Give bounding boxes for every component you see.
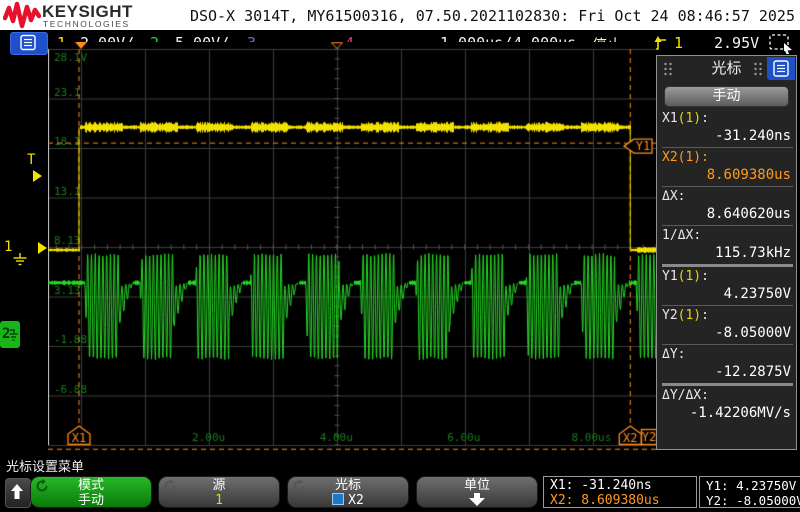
softkey-units[interactable]: 单位 [416, 476, 538, 508]
softkey-source-value: 1 [159, 493, 279, 508]
separator [662, 264, 793, 267]
cursor-select-icon [332, 493, 344, 505]
main-menu-button[interactable] [10, 32, 48, 55]
cursor-field-label: Y1 [662, 269, 678, 284]
y-cursor-readout: Y1: 4.23750V Y2: -8.05000V [699, 476, 800, 508]
cursor-field-ΔY: ΔY:-12.2875V [662, 347, 793, 381]
menu-title: 光标设置菜单 [6, 456, 84, 475]
cursor-readout-list: X1(1):-31.240nsX2(1):8.609380usΔX:8.6406… [662, 111, 793, 422]
cursor-field-value: 115.73kHz [662, 244, 793, 262]
cursor-field-value: 8.640620us [662, 205, 793, 223]
touch-select-icon[interactable] [768, 33, 794, 54]
drag-grip-icon[interactable] [753, 62, 763, 76]
cursor-field-label: ΔY [662, 347, 678, 362]
drag-grip-icon[interactable] [663, 62, 673, 76]
softkey-cursor-value: X2 [288, 493, 408, 508]
cursor-field-value: 4.23750V [662, 285, 793, 303]
cursor-panel: 光标 手动 X1(1):-31.240nsX2(1):8.609380usΔX:… [656, 55, 797, 450]
separator [662, 344, 793, 345]
ch1-ground-marker[interactable]: 1 [4, 240, 12, 254]
ch1-ground-arrow-icon [38, 242, 47, 254]
menu-back-button[interactable] [5, 478, 31, 508]
up-arrow-icon [6, 479, 28, 505]
ch2-ground-icon [9, 328, 18, 341]
trigger-source[interactable]: 1 [674, 34, 683, 52]
cursor-field-ΔX: ΔX:8.640620us [662, 189, 793, 223]
cursor-field-X1: X1(1):-31.240ns [662, 111, 793, 145]
cursor-field-value: -12.2875V [662, 363, 793, 381]
list-icon [11, 33, 45, 52]
cursor-field-Y1: Y1(1):4.23750V [662, 269, 793, 303]
cursor-field-label: : [678, 347, 686, 362]
separator [662, 186, 793, 187]
separator [662, 383, 793, 386]
separator [662, 147, 793, 148]
separator [662, 305, 793, 306]
y2-readout: Y2: -8.05000V [706, 493, 800, 508]
softkey-mode-value: 手动 [31, 493, 151, 508]
cursor-field-value: -8.05000V [662, 324, 793, 342]
cursor-field-ΔY/ΔX: ΔY/ΔX:-1.42206MV/s [662, 388, 793, 422]
ch2-ground-marker[interactable]: 2 [0, 321, 20, 348]
softkey-units-value [417, 493, 537, 510]
cursor-field-label: ΔY/ΔX [662, 388, 701, 403]
x-cursor-readout: X1: -31.240ns X2: 8.609380us [543, 476, 697, 508]
cursor-field-X2: X2(1):8.609380us [662, 150, 793, 184]
cursor-field-label: (1) [678, 308, 701, 323]
cursor-panel-menu-button[interactable] [767, 57, 795, 80]
cursor-field-value: -31.240ns [662, 127, 793, 145]
cursor-field-label: Y2 [662, 308, 678, 323]
softkey-mode-label: 模式 [31, 478, 151, 493]
softkey-source[interactable]: 源 1 [158, 476, 280, 508]
cursor-field-1/ΔX: 1/ΔX:115.73kHz [662, 228, 793, 262]
cursor-field-label: X1 [662, 111, 678, 126]
trigger-level-arrow-icon[interactable] [33, 170, 42, 182]
cursor-field-label: X2 [662, 150, 678, 165]
oscilloscope-screen: KEYSIGHT TECHNOLOGIES DSO-X 3014T, MY615… [0, 0, 800, 512]
waveform-display[interactable] [48, 42, 656, 454]
trigger-level[interactable]: 2.95V [714, 34, 759, 52]
softkey-source-label: 源 [159, 478, 279, 493]
cursor-field-label: (1) [678, 269, 701, 284]
cursor-field-value: 8.609380us [662, 166, 793, 184]
softkey-cursor-label: 光标 [288, 478, 408, 493]
cursor-field-label: (1) [678, 150, 701, 165]
cursor-field-label: : [701, 308, 709, 323]
separator [662, 225, 793, 226]
cursor-field-label: : [701, 150, 709, 165]
down-arrow-icon [465, 493, 489, 506]
header-bar: KEYSIGHT TECHNOLOGIES DSO-X 3014T, MY615… [0, 0, 800, 30]
x1-readout: X1: -31.240ns [550, 478, 690, 493]
softkey-cursor[interactable]: 光标 X2 [287, 476, 409, 508]
cursor-field-label: ΔX [662, 189, 678, 204]
cursor-field-label: 1/ΔX [662, 228, 693, 243]
cursor-field-label: : [701, 388, 709, 403]
ch1-ground-icon [12, 253, 28, 266]
brand-subname: TECHNOLOGIES [43, 19, 130, 29]
trigger-level-marker[interactable]: T [27, 153, 35, 167]
list-icon [767, 57, 795, 80]
cursor-field-label: : [693, 228, 701, 243]
softkey-mode[interactable]: 模式 手动 [30, 476, 152, 508]
cursor-field-label: : [678, 189, 686, 204]
cursor-field-label: : [701, 111, 709, 126]
cursor-field-Y2: Y2(1):-8.05000V [662, 308, 793, 342]
cursor-field-label: (1) [678, 111, 701, 126]
cursor-field-label: : [701, 269, 709, 284]
cursor-mode-button[interactable]: 手动 [664, 86, 789, 107]
instrument-title: DSO-X 3014T, MY61500316, 07.50.202110283… [190, 7, 795, 25]
keysight-logo-icon [3, 1, 41, 29]
cursor-field-value: -1.42206MV/s [662, 404, 793, 422]
x2-readout: X2: 8.609380us [550, 493, 690, 508]
softkey-units-label: 单位 [417, 478, 537, 493]
y1-readout: Y1: 4.23750V [706, 478, 800, 493]
